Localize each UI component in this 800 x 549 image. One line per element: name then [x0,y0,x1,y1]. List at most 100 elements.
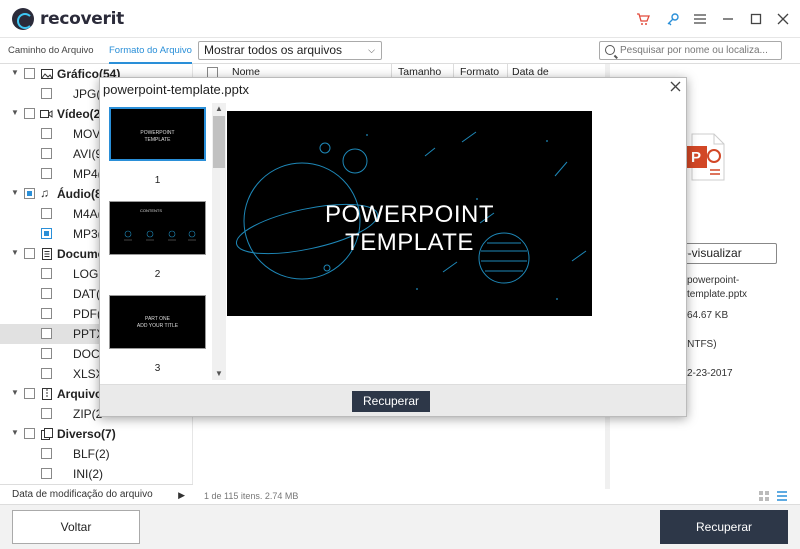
slide-number: 2 [154,269,161,280]
tree-leaf-label: ZIP(2 [73,407,103,421]
tree-leaf-label: LOG( [73,267,103,281]
slide-thumbnails: POWERPOINT TEMPLATE 1 CONTENTS 2 PART ON… [109,103,225,380]
slide-thumbnail-2[interactable]: CONTENTS [109,201,206,255]
tree-leaf-ini[interactable]: INI(2) [0,464,192,484]
chevron-down-icon: ⌵ [368,45,375,55]
checkbox[interactable] [41,348,52,359]
file-name-line2: template.pptx [687,289,748,300]
misc-files-icon [41,428,53,440]
checkbox[interactable] [24,248,35,259]
tab-file-path[interactable]: Caminho do Arquivo [8,38,94,64]
checkbox[interactable] [41,228,52,239]
file-name-line1: powerpoint- [687,275,740,286]
scrollbar-thumb[interactable] [213,116,225,168]
checkbox[interactable] [24,108,35,119]
slide-title-line2: TEMPLATE [345,229,474,256]
key-icon[interactable] [664,10,682,28]
video-icon [40,108,53,120]
preview-dialog: powerpoint-template.pptx POWERPOINT TEMP… [99,77,687,417]
contents-icons [124,230,196,241]
slide-number: 1 [154,175,161,186]
tab-file-format[interactable]: Formato do Arquivo [109,38,192,64]
logo-mark-icon [12,8,34,30]
tree-node-misc[interactable]: ▼ Diverso(7) [0,424,192,444]
checkbox[interactable] [24,428,35,439]
back-button[interactable]: Voltar [12,510,140,544]
search-icon [605,45,615,55]
thumb-text: TEMPLATE [144,137,171,143]
tree-node-label: Docume [57,247,105,261]
toolbar: Caminho do Arquivo Formato do Arquivo Mo… [0,38,800,64]
slide-thumbnail-3[interactable]: PART ONE ADD YOUR TITLE [109,295,206,349]
preview-button[interactable]: é-visualizar [672,243,777,264]
checkbox[interactable] [41,368,52,379]
tree-leaf-label: DAT( [73,287,101,301]
chevron-down-icon[interactable]: ▼ [11,428,19,437]
scroll-up-icon[interactable]: ▲ [212,103,226,115]
checkbox[interactable] [41,128,52,139]
app-logo: recoverit [12,8,124,30]
tree-leaf-label: BLF(2) [73,447,110,461]
checkbox[interactable] [41,408,52,419]
checkbox[interactable] [41,88,52,99]
status-text: 1 de 115 itens. 2.74 MB [204,491,299,501]
close-icon[interactable] [774,10,792,28]
pptx-file-icon: P [685,133,725,181]
dialog-title: powerpoint-template.pptx [103,82,249,97]
tree-leaf-label: AVI(9 [73,147,103,161]
svg-text:P: P [691,149,701,166]
grid-view-icon[interactable] [758,490,788,502]
tree-node-label: Diverso(7) [57,427,116,441]
checkbox[interactable] [41,448,52,459]
title-bar: recoverit [0,0,800,38]
checkbox[interactable] [41,468,52,479]
tree-leaf-label: M4A( [73,207,102,221]
recover-button[interactable]: Recuperar [660,510,788,544]
chevron-down-icon[interactable]: ▼ [11,248,19,257]
music-icon: ♫ [40,186,49,200]
slide-thumbnail-1[interactable]: POWERPOINT TEMPLATE [109,107,206,161]
search-input[interactable]: Pesquisar por nome ou localiza... [599,41,782,60]
chevron-down-icon[interactable]: ▼ [11,188,19,197]
checkbox[interactable] [41,288,52,299]
chevron-down-icon[interactable]: ▼ [11,388,19,397]
slide-number: 3 [154,363,161,374]
file-date: 2-23-2017 [687,368,733,379]
checkbox[interactable] [41,268,52,279]
slide-title-line1: POWERPOINT [324,201,494,228]
sort-label: Data de modificação do arquivo [12,489,153,500]
filter-select-value: Mostrar todos os arquivos [204,43,343,57]
checkbox[interactable] [24,188,35,199]
checkbox[interactable] [24,68,35,79]
cart-icon[interactable] [634,10,652,28]
thumb-text: ADD YOUR TITLE [136,323,179,329]
checkbox[interactable] [41,148,52,159]
logo-text: recoverit [40,9,124,29]
tree-leaf-label: MP3( [73,227,102,241]
dialog-recover-button[interactable]: Recuperar [352,391,430,412]
maximize-icon[interactable] [747,10,765,28]
tree-leaf-label: MP4( [73,167,102,181]
thumb-text: POWERPOINT [140,130,175,136]
checkbox[interactable] [41,328,52,339]
scroll-down-icon[interactable]: ▼ [212,368,226,380]
checkbox[interactable] [41,308,52,319]
thumb-text: PART ONE [144,316,170,322]
checkbox[interactable] [41,208,52,219]
tree-leaf-label: MOV [73,127,101,141]
tree-leaf-blf[interactable]: BLF(2) [0,444,192,464]
document-icon [41,248,53,260]
thumb-text: CONTENTS [140,208,162,213]
dialog-close-icon[interactable] [670,80,681,95]
chevron-down-icon[interactable]: ▼ [11,68,19,77]
checkbox[interactable] [24,388,35,399]
slide-preview: POWERPOINT TEMPLATE [227,111,592,316]
file-size: 64.67 KB [687,310,729,321]
view-toggle [758,490,788,505]
chevron-down-icon[interactable]: ▼ [11,108,19,117]
minimize-icon[interactable] [719,10,737,28]
checkbox[interactable] [41,168,52,179]
menu-icon[interactable] [691,10,709,28]
filter-select[interactable]: Mostrar todos os arquivos ⌵ [198,41,382,60]
sort-by-modified-date[interactable]: Data de modificação do arquivo ▶ [0,484,193,504]
